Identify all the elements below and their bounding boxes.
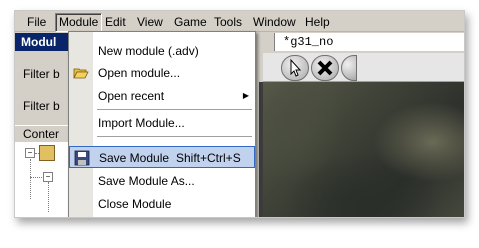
toolbar-button-partial[interactable] — [341, 55, 357, 81]
area-viewport[interactable] — [263, 82, 464, 217]
menu-tools[interactable]: Tools — [214, 14, 242, 30]
menu-item-open-recent[interactable]: Open recent ▶ — [69, 85, 255, 107]
submenu-arrow-icon: ▶ — [242, 91, 249, 100]
menu-item-open-module[interactable]: Open module... — [69, 62, 255, 84]
menu-module[interactable]: Module — [55, 13, 103, 32]
document-tab[interactable]: *g31_no — [274, 33, 464, 51]
filter-label-2: Filter b — [23, 99, 60, 113]
menu-item-label: Open module... — [98, 66, 181, 80]
tree-expander-minus[interactable]: − — [25, 148, 35, 158]
menu-view[interactable]: View — [137, 14, 163, 30]
menu-item-label: Save Module — [99, 151, 170, 165]
tree-line — [48, 182, 49, 212]
tree-line — [30, 177, 42, 178]
menu-item-close-module[interactable]: Close Module — [69, 193, 255, 215]
menu-item-new-module[interactable]: New module (.adv) — [69, 40, 255, 62]
module-node-icon — [39, 145, 55, 161]
menu-item-shortcut: Shift+Ctrl+S — [176, 151, 241, 165]
menu-help[interactable]: Help — [305, 14, 330, 30]
folder-open-icon — [73, 65, 89, 81]
save-icon — [74, 150, 90, 166]
menu-item-import-module[interactable]: Import Module... — [69, 112, 255, 134]
module-panel-title: Modul — [21, 35, 57, 49]
menu-bar: File Module Edit View Game Tools Window … — [15, 11, 464, 32]
menu-item-label: Close Module — [98, 197, 172, 211]
menu-game[interactable]: Game — [174, 14, 207, 30]
menu-item-label: Import Module... — [98, 116, 185, 130]
select-pointer-icon[interactable] — [281, 55, 309, 81]
menu-item-save-module-as[interactable]: Save Module As... — [69, 170, 255, 192]
menu-window[interactable]: Window — [253, 14, 296, 30]
menu-item-label: Save Module As... — [98, 174, 195, 188]
menu-separator — [97, 109, 252, 110]
menu-item-save-module[interactable]: Save Module Shift+Ctrl+S — [69, 146, 255, 168]
tree-expander-minus[interactable]: − — [43, 172, 53, 182]
menu-edit[interactable]: Edit — [105, 14, 126, 30]
menu-separator — [97, 136, 252, 137]
area-toolbar — [263, 53, 464, 82]
tree-line — [30, 159, 31, 199]
tab-contents[interactable]: Conter — [23, 127, 59, 141]
menu-file[interactable]: File — [27, 14, 46, 30]
app-window: File Module Edit View Game Tools Window … — [14, 10, 465, 218]
menu-item-label: New module (.adv) — [98, 44, 199, 58]
filter-label-1: Filter b — [23, 67, 60, 81]
menu-item-label: Open recent — [98, 89, 165, 103]
move-cross-icon[interactable] — [311, 55, 339, 81]
module-menu-dropdown: New module (.adv) Open module... Open re… — [68, 31, 256, 217]
